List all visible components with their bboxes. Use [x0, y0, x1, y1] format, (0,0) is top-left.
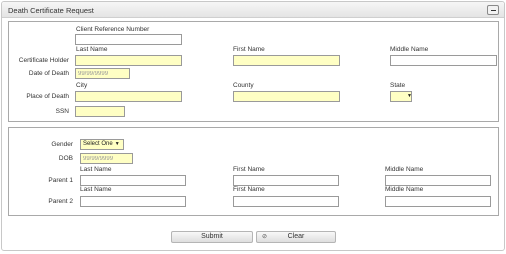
state-label: State [390, 82, 406, 89]
clear-icon: ⊘ [262, 234, 268, 240]
parent2-last-name-label: Last Name [80, 186, 112, 193]
panel-title: Death Certificate Request [8, 6, 94, 15]
state-select[interactable]: ▼ [390, 91, 412, 102]
gender-value: Select One [83, 141, 113, 147]
ssn-input[interactable] [75, 106, 125, 117]
holder-first-name-input[interactable] [233, 55, 340, 66]
chevron-down-icon: ▼ [114, 141, 120, 147]
dob-input[interactable] [80, 153, 133, 164]
submit-button[interactable]: Submit [171, 231, 253, 243]
date-of-death-input[interactable] [75, 68, 130, 79]
parent1-first-name-input[interactable] [233, 175, 339, 186]
first-name-label: First Name [233, 46, 265, 53]
gender-select[interactable]: Select One ▼ [80, 139, 124, 150]
submit-label: Submit [201, 233, 223, 240]
certificate-holder-label: Certificate Holder [18, 57, 69, 64]
parent1-last-name-label: Last Name [80, 166, 112, 173]
ssn-label: SSN [55, 108, 69, 115]
city-label: City [76, 82, 88, 89]
parent1-first-name-label: First Name [233, 166, 265, 173]
parent1-last-name-input[interactable] [80, 175, 186, 186]
dob-label: DOB [58, 155, 73, 162]
parent2-middle-name-label: Middle Name [385, 186, 424, 193]
parent1-label: Parent 1 [48, 177, 73, 184]
county-label: County [233, 82, 254, 89]
holder-last-name-input[interactable] [75, 55, 182, 66]
parent1-middle-name-label: Middle Name [385, 166, 424, 173]
parent2-label: Parent 2 [48, 198, 73, 205]
clear-label: Clear [287, 233, 305, 240]
place-of-death-label: Place of Death [26, 93, 69, 100]
client-ref-label: Client Reference Number [76, 26, 150, 33]
chevron-down-icon: ▼ [407, 93, 412, 99]
last-name-label: Last Name [76, 46, 108, 53]
parent2-first-name-input[interactable] [233, 196, 339, 207]
collapse-icon[interactable] [487, 5, 499, 15]
parent1-middle-name-input[interactable] [385, 175, 491, 186]
panel-header: Death Certificate Request [2, 2, 504, 18]
parent2-first-name-label: First Name [233, 186, 265, 193]
parent2-last-name-input[interactable] [80, 196, 186, 207]
client-ref-input[interactable] [75, 34, 182, 45]
county-input[interactable] [233, 91, 340, 102]
middle-name-label: Middle Name [390, 46, 429, 53]
gender-label: Gender [51, 141, 73, 148]
parent2-middle-name-input[interactable] [385, 196, 491, 207]
holder-middle-name-input[interactable] [390, 55, 497, 66]
date-of-death-label: Date of Death [28, 70, 69, 77]
city-input[interactable] [75, 91, 182, 102]
clear-button[interactable]: ⊘ Clear [256, 231, 336, 243]
